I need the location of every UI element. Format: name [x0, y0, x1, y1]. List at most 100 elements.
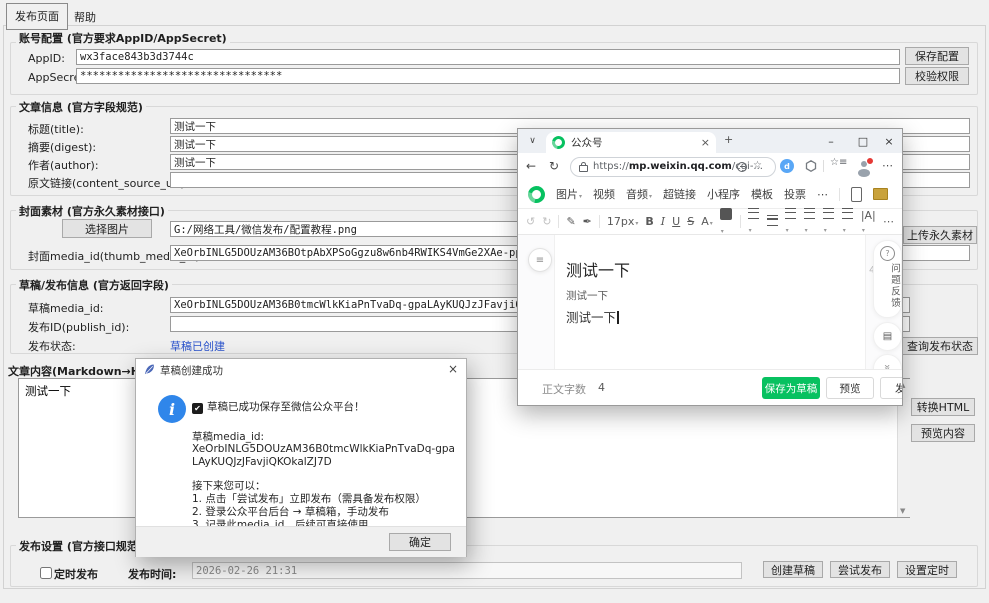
letter-spacing-icon[interactable]: |A|▾: [861, 209, 876, 235]
tab-search-chevron-icon[interactable]: ∨: [524, 133, 541, 149]
appsecret-input[interactable]: [76, 68, 900, 84]
save-config-button[interactable]: 保存配置: [905, 47, 969, 65]
browser-essentials-icon[interactable]: [805, 160, 817, 172]
format-more-icon[interactable]: ⋯: [883, 215, 894, 228]
editor-author[interactable]: 测试一下: [566, 288, 608, 303]
menu-image[interactable]: 图片▾: [556, 186, 582, 202]
set-schedule-button[interactable]: 设置定时: [897, 561, 957, 578]
preview-content-button[interactable]: 预览内容: [911, 424, 975, 442]
format-painter-icon[interactable]: ✎: [566, 215, 575, 228]
back-icon[interactable]: ←: [526, 159, 536, 173]
choose-image-button[interactable]: 选择图片: [62, 219, 152, 238]
editor-insert-toolbar: 图片▾ 视频 音频▾ 超链接 小程序 模板 投票 ⋯: [518, 180, 902, 209]
convert-html-button[interactable]: 转换HTML: [911, 398, 975, 416]
font-color-icon[interactable]: A▾: [701, 215, 713, 228]
underline-icon[interactable]: U: [672, 215, 680, 228]
extension-icon[interactable]: d: [780, 159, 794, 173]
phone-preview-icon[interactable]: [851, 187, 862, 202]
publish-time-input[interactable]: [192, 562, 742, 579]
browser-menu-icon[interactable]: ⋯: [882, 159, 893, 172]
list-icon[interactable]: [767, 215, 778, 229]
source-url-label: 原文链接(content_source_url):: [28, 175, 188, 191]
strikethrough-icon[interactable]: S: [687, 215, 694, 228]
browser-tab[interactable]: 公众号 ×: [546, 132, 716, 153]
editor-title[interactable]: 测试一下: [566, 257, 630, 281]
query-status-button[interactable]: 查询发布状态: [902, 337, 978, 355]
menu-help[interactable]: 帮助: [68, 7, 102, 27]
collections-icon[interactable]: ☆≡: [830, 157, 847, 168]
upload-material-button[interactable]: 上传永久素材: [903, 226, 977, 244]
favorite-star-icon[interactable]: ☆: [753, 160, 762, 171]
paragraph-icon[interactable]: ▾: [823, 208, 835, 235]
editor-content-area: ≡ 测试一下 测试一下 测试一下 4/ ? 问题反馈 ▤ »: [518, 235, 902, 369]
caret-down-icon: ▾: [749, 227, 752, 234]
toolbar-divider: [839, 188, 840, 201]
try-publish-button[interactable]: 尝试发布: [830, 561, 890, 578]
undo-icon[interactable]: ↺: [526, 215, 535, 228]
info-icon: i: [158, 395, 186, 423]
indent-icon[interactable]: ▾: [785, 208, 797, 235]
highlight-color-icon[interactable]: ▾: [720, 208, 733, 236]
dialog-close-icon[interactable]: ×: [448, 362, 458, 376]
help-icon: ?: [880, 246, 895, 261]
url-box[interactable]: https://mp.weixin.qq.com/cgi-... ☆: [570, 157, 776, 177]
schedule-checkbox[interactable]: [40, 567, 52, 579]
text-cursor: [617, 311, 619, 324]
quote-icon[interactable]: ▾: [842, 208, 854, 235]
publish-button[interactable]: 发: [880, 377, 903, 399]
draft-group-legend: 草稿/发布信息 (官方返回字段): [16, 277, 172, 293]
dialog-footer: 确定: [136, 526, 466, 557]
redo-icon[interactable]: ↻: [542, 215, 551, 228]
word-count-value: 4: [598, 381, 605, 394]
app-window: 发布页面 帮助 账号配置 (官方要求AppID/AppSecret) AppID…: [0, 0, 989, 603]
caret-down-icon: ▾: [579, 193, 582, 200]
create-draft-button[interactable]: 创建草稿: [763, 561, 823, 578]
maximize-icon[interactable]: □: [852, 131, 874, 151]
menu-video[interactable]: 视频: [593, 186, 615, 202]
font-size-select[interactable]: 17px▾: [607, 215, 639, 228]
tab-close-icon[interactable]: ×: [701, 136, 710, 149]
toolbar-divider: [599, 215, 600, 228]
ok-button[interactable]: 确定: [389, 533, 451, 551]
align-icon[interactable]: ▾: [748, 208, 760, 235]
draft-media-label: 草稿media_id:: [28, 300, 104, 316]
outline-menu-icon[interactable]: ≡: [528, 248, 552, 272]
clear-format-icon[interactable]: ✒: [583, 215, 592, 228]
menu-vote[interactable]: 投票: [784, 186, 806, 202]
refresh-icon[interactable]: ↻: [549, 159, 559, 173]
browser-window: ∨ 公众号 × + – □ × ← ↻ https://mp.weixin.qq…: [517, 128, 903, 406]
dialog-success-line: ✔草稿已成功保存至微信公众平台！: [192, 399, 365, 414]
scroll-down-icon[interactable]: ▼: [900, 507, 905, 515]
material-image-icon[interactable]: [873, 188, 888, 200]
publish-id-label: 发布ID(publish_id):: [28, 319, 129, 335]
menu-audio[interactable]: 音频▾: [626, 186, 652, 202]
feedback-vertical-label: 问题反馈: [874, 263, 901, 309]
profile-avatar[interactable]: [856, 158, 872, 174]
appid-input[interactable]: [76, 49, 900, 65]
caret-down-icon: ▾: [824, 227, 827, 234]
save-draft-button[interactable]: 保存为草稿: [762, 377, 820, 399]
menu-template[interactable]: 模板: [751, 186, 773, 202]
editor-format-toolbar: ↺ ↻ ✎ ✒ 17px▾ B I U S A▾ ▾ ▾ ▾ ▾ ▾ ▾ |A|…: [518, 209, 902, 235]
menu-more-icon[interactable]: ⋯: [817, 188, 828, 201]
tab-publish-page[interactable]: 发布页面: [6, 3, 68, 30]
dialog-titlebar: 草稿创建成功 ×: [136, 359, 466, 379]
zoom-out-icon[interactable]: [737, 162, 747, 172]
window-close-icon[interactable]: ×: [878, 131, 900, 151]
italic-icon[interactable]: I: [661, 215, 665, 228]
author-label: 作者(author):: [28, 157, 99, 173]
new-tab-icon[interactable]: +: [724, 133, 733, 146]
menu-miniprogram[interactable]: 小程序: [707, 186, 740, 202]
preview-button[interactable]: 预览: [826, 377, 874, 399]
editor-footer: 正文字数 4 保存为草稿 预览 发: [518, 369, 902, 406]
verify-permission-button[interactable]: 校验权限: [905, 67, 969, 85]
bold-icon[interactable]: B: [645, 215, 653, 228]
tab-title: 公众号: [571, 135, 695, 150]
feedback-card[interactable]: ? 问题反馈: [873, 240, 902, 318]
line-height-icon[interactable]: ▾: [804, 208, 816, 235]
editor-body[interactable]: 测试一下: [566, 307, 619, 326]
menu-hyperlink[interactable]: 超链接: [663, 186, 696, 202]
side-card-icon[interactable]: ▤: [873, 322, 902, 351]
minimize-icon[interactable]: –: [820, 131, 842, 151]
toolbar-divider: [823, 160, 824, 172]
